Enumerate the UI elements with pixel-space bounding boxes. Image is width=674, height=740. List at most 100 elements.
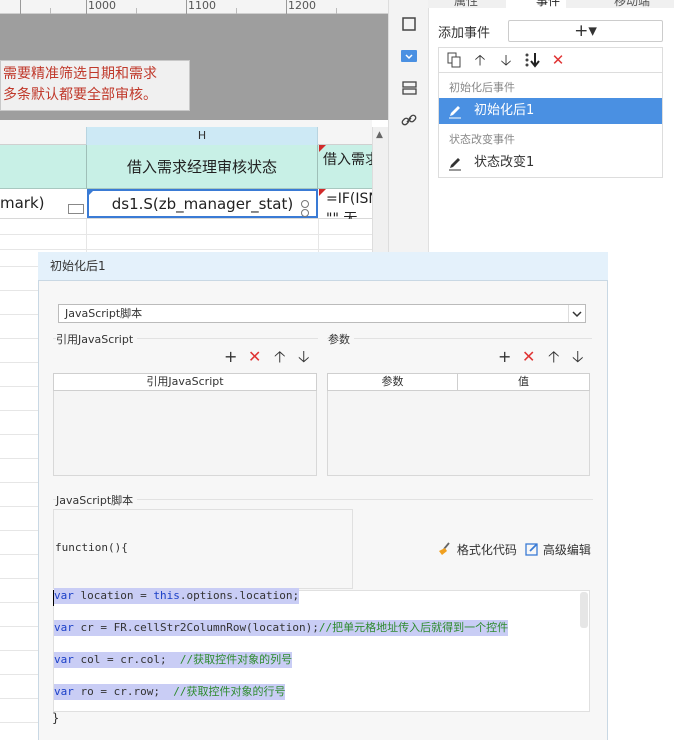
grid-line <box>0 674 38 675</box>
delete-icon[interactable]: ✕ <box>248 348 261 366</box>
event-list: 初始化后事件 初始化后1 状态改变事件 状态改变1 <box>438 73 663 178</box>
grid-vline <box>318 219 319 252</box>
value-column-header: 值 <box>457 373 590 391</box>
checkbox-widget[interactable] <box>68 204 84 214</box>
grid-line <box>0 554 38 555</box>
cell-i[interactable]: =IF(ISN "" 无 <box>320 189 372 219</box>
params-table[interactable] <box>327 391 590 476</box>
vertical-scrollbar[interactable]: ▲ <box>372 127 388 252</box>
code-comment: //获取控件对象的列号 <box>179 653 293 666</box>
add-icon[interactable]: + <box>498 348 511 366</box>
note-line-1: 需要精准筛选日期和需求 <box>3 66 157 82</box>
column-strip <box>0 120 372 127</box>
grid-line <box>0 482 38 483</box>
move-down-icon[interactable]: 🡣 <box>572 348 584 366</box>
header-cell-i[interactable]: 借入需求 <box>318 145 372 189</box>
cell-element-icon[interactable] <box>399 14 419 34</box>
move-down-icon[interactable]: 🡣 <box>298 348 310 366</box>
grid-line <box>0 722 38 723</box>
grid-line <box>0 338 38 339</box>
grid-line <box>0 434 38 435</box>
event-item-state-change[interactable]: 状态改变1 <box>439 150 662 176</box>
grid-line <box>0 458 38 459</box>
grid-line <box>0 314 38 315</box>
cell-i-line-2: "" 无 <box>326 211 358 219</box>
cell-i-line-1: =IF(ISN <box>326 191 372 207</box>
move-down-icon[interactable]: 🡣 <box>497 51 515 69</box>
sheet-rows-left <box>0 252 38 740</box>
ref-js-table[interactable] <box>53 391 317 476</box>
grid-line <box>0 386 38 387</box>
code-line: var cr = FR.cellStr2ColumnRow(location);… <box>54 620 509 636</box>
params-section-title: 参数 <box>328 331 354 347</box>
column-header-h[interactable]: H <box>86 127 318 145</box>
edit-icon <box>447 155 463 171</box>
code-text: .options.location; <box>179 589 300 602</box>
code-line: var col = cr.col; //获取控件对象的列号 <box>54 652 293 668</box>
cell-marker <box>88 190 94 196</box>
event-group-title: 状态改变事件 <box>449 133 515 146</box>
event-item-label: 状态改变1 <box>474 155 535 170</box>
cell-h-selected[interactable]: ds1.S(zb_manager_stat) <box>87 189 318 218</box>
chevron-down-icon[interactable] <box>568 305 585 322</box>
format-code-button[interactable]: 格式化代码 <box>437 541 517 559</box>
code-keyword: var <box>54 621 74 634</box>
event-toolbar: 🡡 🡣 ✕ <box>438 47 663 73</box>
add-event-button[interactable]: +▾ <box>508 20 663 42</box>
ruler-label: 1200 <box>288 0 316 12</box>
event-item-label: 初始化后1 <box>474 103 535 118</box>
script-type-select[interactable]: JavaScript脚本 <box>58 304 586 323</box>
event-item-after-init[interactable]: 初始化后1 <box>439 98 662 124</box>
edit-box-icon <box>525 542 539 559</box>
grid-line <box>0 410 38 411</box>
ruler-label: 1000 <box>88 0 116 12</box>
delete-icon[interactable]: ✕ <box>549 51 567 69</box>
code-scrollbar[interactable] <box>580 592 588 628</box>
add-event-button-label: +▾ <box>574 21 597 41</box>
delete-icon[interactable]: ✕ <box>522 348 535 366</box>
grid-line <box>0 290 38 291</box>
header-cell-h[interactable]: 借入需求经理审核状态 <box>86 145 318 189</box>
add-icon[interactable]: + <box>224 348 237 366</box>
code-keyword: var <box>54 589 74 602</box>
advanced-edit-button[interactable]: 高级编辑 <box>525 541 591 559</box>
cell-widget-icon <box>301 209 309 217</box>
code-text: location = <box>73 589 154 602</box>
tab-properties[interactable]: 属性 <box>454 0 478 8</box>
event-group-title: 初始化后事件 <box>449 81 515 94</box>
grid-line <box>0 578 38 579</box>
layer-icon[interactable] <box>399 78 419 98</box>
advanced-edit-label: 高级编辑 <box>542 543 591 557</box>
move-up-icon[interactable]: 🡡 <box>548 348 560 366</box>
ref-js-section-title: 引用JavaScript <box>56 331 138 347</box>
ruler-tick <box>186 0 187 14</box>
cell-marker <box>319 189 326 196</box>
scroll-up-icon[interactable]: ▲ <box>376 130 383 140</box>
code-keyword: var <box>54 685 74 698</box>
tab-events-active[interactable]: 事件 <box>536 0 560 9</box>
grid-line <box>0 234 372 235</box>
add-event-label: 添加事件 <box>438 26 491 41</box>
grid-line <box>0 266 38 267</box>
code-keyword: this <box>153 589 180 602</box>
grid-line <box>0 626 38 627</box>
js-section-title: JavaScript脚本 <box>56 492 138 508</box>
hyperlink-icon[interactable] <box>399 110 419 130</box>
grid-line <box>0 506 38 507</box>
cell-widget-icon <box>301 200 309 208</box>
code-keyword: var <box>54 653 74 666</box>
move-up-icon[interactable]: 🡡 <box>471 51 489 69</box>
tab-mobile[interactable]: 移动端 <box>614 0 650 8</box>
note-textbox[interactable]: 需要精准筛选日期和需求 多条默认都要全部审核。 <box>0 60 190 111</box>
grid-vline <box>86 219 87 252</box>
move-up-icon[interactable]: 🡡 <box>274 348 286 366</box>
format-code-label: 格式化代码 <box>456 543 517 557</box>
move-bottom-icon[interactable] <box>523 51 541 69</box>
copy-icon[interactable] <box>445 51 463 69</box>
grid-line <box>0 698 38 699</box>
widget-settings-icon[interactable] <box>399 46 419 66</box>
note-line-2: 多条默认都要全部审核。 <box>3 87 157 103</box>
code-text: col = cr.col; <box>73 653 180 666</box>
grid-line <box>0 249 372 250</box>
ref-js-column-header: 引用JavaScript <box>53 373 317 391</box>
